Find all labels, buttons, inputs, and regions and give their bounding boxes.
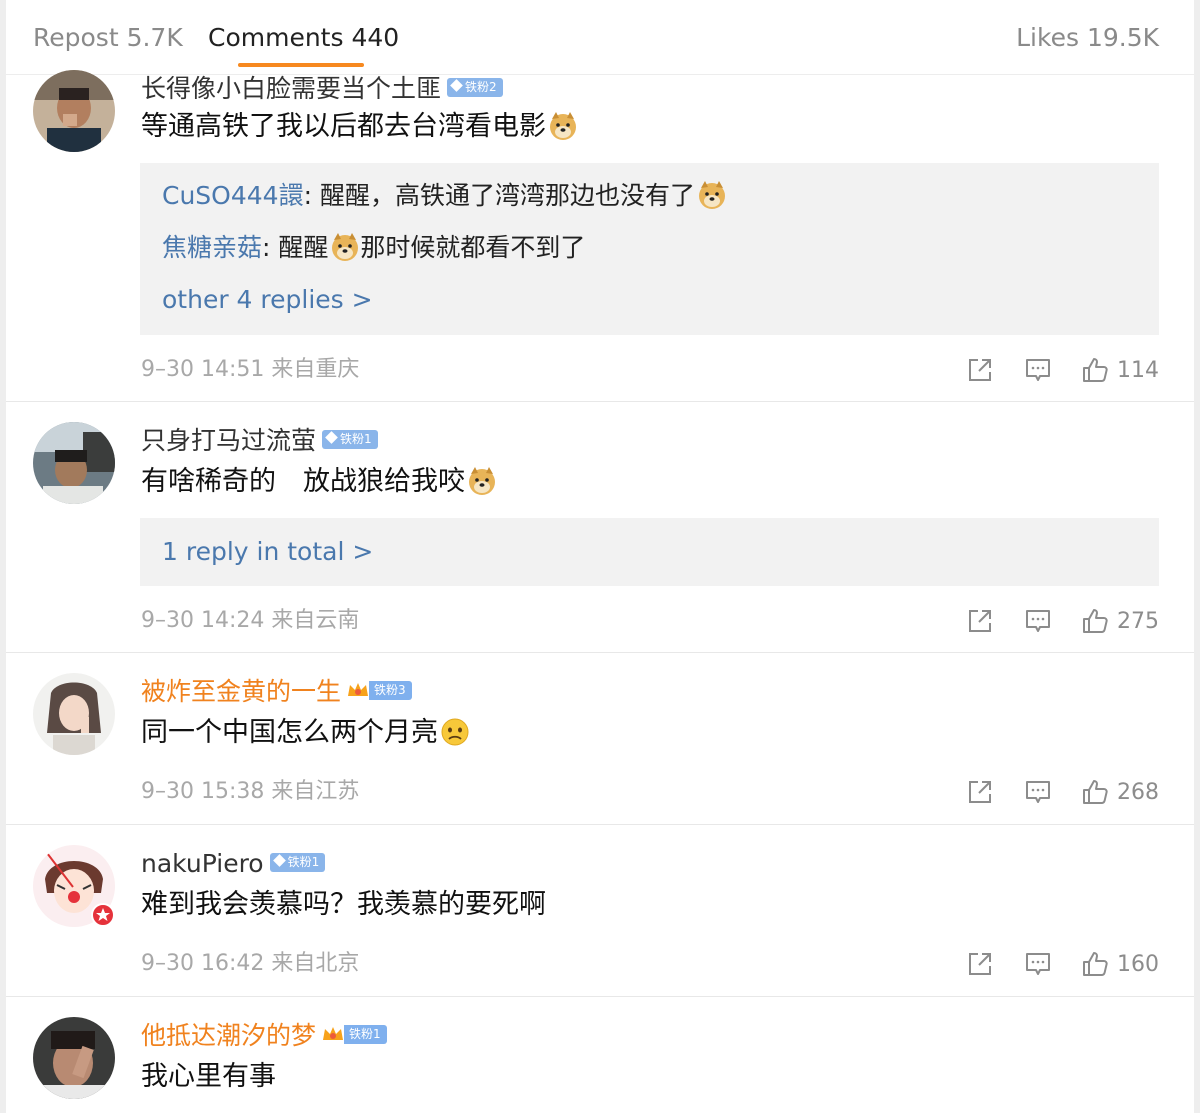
comment-meta: 9–30 14:24 来自云南 <box>141 608 360 633</box>
fan-badge: 铁粉3 <box>369 680 412 700</box>
username-text[interactable]: 长得像小白脸需要当个土匪 <box>141 74 441 103</box>
comment-item: 长得像小白脸需要当个土匪 铁粉2 等通高铁了我以后都去台湾看电影 CuSO444譞… <box>6 70 1194 402</box>
like-button[interactable]: 268 <box>1081 778 1159 806</box>
comment-item: 被炸至金黄的一生 铁粉3 同一个中国怎么两个月亮 9–30 15:38 来自江苏 … <box>6 653 1194 825</box>
avatar[interactable] <box>33 673 115 755</box>
verified-star-icon <box>91 903 115 927</box>
reply-text: 那时候就都看不到了 <box>360 233 586 262</box>
vip-crown-icon <box>348 683 369 696</box>
reply-line: 焦糖亲菇: 醒醒 那时候就都看不到了 <box>162 233 586 262</box>
comment-text: 同一个中国怎么两个月亮 <box>141 714 470 752</box>
doge-emoji-icon <box>332 233 359 261</box>
like-count: 114 <box>1117 357 1159 383</box>
doge-emoji-icon <box>550 111 576 140</box>
fan-badge: 铁粉2 <box>447 77 503 97</box>
fan-badge: 铁粉1 <box>344 1024 387 1044</box>
reply-username[interactable]: CuSO444譞 <box>162 181 304 210</box>
reply-box: CuSO444譞: 醒醒，高铁通了湾湾那边也没有了 焦糖亲菇: 醒醒 那时候就都看… <box>140 163 1159 335</box>
share-icon[interactable] <box>967 951 993 977</box>
comment-item: 他抵达潮汐的梦 铁粉1 我心里有事 <box>6 997 1194 1113</box>
like-count: 268 <box>1117 779 1159 805</box>
thumbs-up-icon <box>1083 358 1108 382</box>
comment-item: nakuPiero 铁粉1 难到我会羡慕吗？我羡慕的要死啊 9–30 16:42 … <box>6 825 1194 997</box>
comment-actions: 275 <box>967 606 1159 636</box>
comment-text: 我心里有事 <box>141 1061 276 1092</box>
share-icon[interactable] <box>967 779 993 805</box>
avatar[interactable] <box>33 70 115 152</box>
username[interactable]: nakuPiero 铁粉1 <box>141 847 326 881</box>
avatar[interactable] <box>33 422 115 504</box>
thumbs-up-icon <box>1083 952 1108 976</box>
like-count: 160 <box>1117 951 1159 977</box>
comment-actions: 160 <box>967 949 1159 979</box>
share-icon[interactable] <box>967 608 993 634</box>
like-button[interactable]: 275 <box>1081 607 1159 635</box>
username-text[interactable]: nakuPiero <box>141 849 264 878</box>
comment-actions: 268 <box>967 777 1159 807</box>
comment-meta: 9–30 15:38 来自江苏 <box>141 779 360 804</box>
comment-icon[interactable] <box>1025 357 1051 383</box>
comments-page: Repost 5.7K Comments 440 Likes 19.5K 长得像… <box>6 0 1194 1113</box>
username-text[interactable]: 被炸至金黄的一生 <box>141 677 341 706</box>
fan-badge: 铁粉1 <box>269 852 326 872</box>
like-count: 275 <box>1117 608 1159 634</box>
thumbs-up-icon <box>1083 609 1108 633</box>
username[interactable]: 被炸至金黄的一生 铁粉3 <box>141 675 412 709</box>
active-tab-indicator <box>238 63 364 67</box>
comment-text: 等通高铁了我以后都去台湾看电影 <box>141 108 578 146</box>
fan-badge: 铁粉1 <box>322 429 378 449</box>
gem-icon <box>450 78 463 92</box>
comment-text: 有啥稀奇的 放战狼给我咬 <box>141 463 497 501</box>
thumbs-up-icon <box>1083 780 1108 804</box>
more-replies-link[interactable]: other 4 replies > <box>162 282 373 318</box>
comment-meta: 9–30 16:42 来自北京 <box>141 951 360 976</box>
comment-actions: 114 <box>967 355 1159 385</box>
tab-likes[interactable]: Likes 19.5K <box>1016 22 1159 54</box>
avatar[interactable] <box>33 1017 115 1099</box>
comment-item: 只身打马过流萤 铁粉1 有啥稀奇的 放战狼给我咬 1 reply in total… <box>6 402 1194 653</box>
username-text[interactable]: 他抵达潮汐的梦 <box>141 1021 316 1050</box>
gem-icon <box>325 430 338 444</box>
like-button[interactable]: 114 <box>1081 356 1159 384</box>
more-replies-link[interactable]: 1 reply in total > <box>162 534 373 570</box>
reply-text: 醒醒，高铁通了湾湾那边也没有了 <box>319 181 695 210</box>
comment-icon[interactable] <box>1025 779 1051 805</box>
comment-meta: 9–30 14:51 来自重庆 <box>141 357 360 382</box>
reply-text: 醒醒 <box>278 233 329 262</box>
doge-emoji-icon <box>698 181 725 209</box>
vip-crown-icon <box>323 1027 344 1040</box>
avatar[interactable] <box>33 845 115 927</box>
doge-emoji-icon <box>469 466 495 495</box>
tab-comments[interactable]: Comments 440 <box>208 22 399 54</box>
reply-box: 1 reply in total > <box>140 518 1159 586</box>
username[interactable]: 他抵达潮汐的梦 铁粉1 <box>141 1019 387 1053</box>
username[interactable]: 长得像小白脸需要当个土匪 铁粉2 <box>141 72 503 106</box>
like-button[interactable]: 160 <box>1081 950 1159 978</box>
sad-emoji-icon <box>441 718 469 745</box>
reply-username[interactable]: 焦糖亲菇 <box>162 233 262 262</box>
reply-line: CuSO444譞: 醒醒，高铁通了湾湾那边也没有了 <box>162 178 727 214</box>
tab-repost[interactable]: Repost 5.7K <box>33 22 183 54</box>
comment-icon[interactable] <box>1025 608 1051 634</box>
gem-icon <box>272 853 286 867</box>
tab-bar: Repost 5.7K Comments 440 Likes 19.5K <box>6 0 1194 75</box>
comment-text: 难到我会羡慕吗？我羡慕的要死啊 <box>141 889 546 920</box>
username[interactable]: 只身打马过流萤 铁粉1 <box>141 424 378 458</box>
username-text[interactable]: 只身打马过流萤 <box>141 426 316 455</box>
comment-icon[interactable] <box>1025 951 1051 977</box>
share-icon[interactable] <box>967 357 993 383</box>
